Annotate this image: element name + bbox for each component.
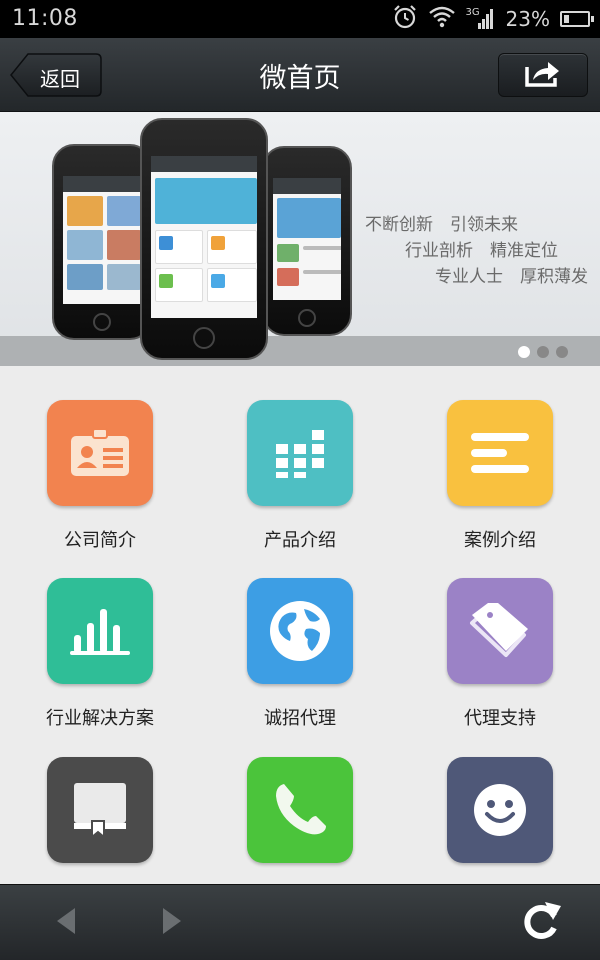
globe-icon [247,578,353,684]
carousel-indicator [518,346,568,358]
battery-icon [560,11,594,27]
bottom-toolbar [0,884,600,960]
bar-chart-icon [47,578,153,684]
phone-image-right [262,146,352,336]
phone-icon [247,757,353,863]
phone-image-center [140,118,268,360]
battery-fill [564,15,569,23]
slogan-line: 不断创新 引领未来 [365,215,518,235]
alarm-icon [392,4,418,34]
list-lines-icon [447,400,553,506]
id-card-icon [47,400,153,506]
refresh-icon [523,900,563,946]
share-button[interactable] [498,53,588,97]
phone-image-left [52,144,152,340]
banner-strip [0,336,600,366]
menu-item-book[interactable] [0,723,200,901]
back-arrow-icon [55,906,77,940]
slogan-line: 专业人士 厚积薄发 [435,267,588,287]
grid-blocks-icon [247,400,353,506]
banner-carousel[interactable]: 不断创新 引领未来 行业剖析 精准定位 专业人士 厚积薄发 [0,112,600,366]
share-icon [524,58,562,92]
banner-slogans: 不断创新 引领未来 行业剖析 精准定位 专业人士 厚积薄发 [365,212,588,290]
carousel-dot[interactable] [556,346,568,358]
menu-item-recruit-agents[interactable]: 诚招代理 [200,544,400,729]
status-time: 11:08 [12,6,78,31]
menu-item-industry-solutions[interactable]: 行业解决方案 [0,544,200,729]
menu-grid: 公司简介 产品介绍 案例介绍 行业解决方案 诚招代理 代理支持 [0,366,600,884]
forward-arrow-icon [161,906,183,940]
signal-icon: 3G [466,7,496,31]
menu-item-agent-support[interactable]: 代理支持 [400,544,600,729]
menu-item-company-profile[interactable]: 公司简介 [0,366,200,551]
browser-forward-button[interactable] [152,903,192,943]
battery-percent: 23% [505,7,550,31]
title-bar: 返回 微首页 [0,38,600,112]
menu-item-cases[interactable]: 案例介绍 [400,366,600,551]
carousel-dot[interactable] [518,346,530,358]
menu-item-phone[interactable] [200,723,400,901]
book-icon [47,757,153,863]
browser-back-button[interactable] [46,903,86,943]
slogan-line: 行业剖析 精准定位 [405,241,558,261]
wifi-icon [428,5,456,33]
status-bar: 11:08 3G 23% [0,0,600,38]
menu-item-smiley[interactable] [400,723,600,901]
menu-item-products[interactable]: 产品介绍 [200,366,400,551]
tags-icon [447,578,553,684]
refresh-button[interactable] [520,900,566,946]
smiley-icon [447,757,553,863]
carousel-dot[interactable] [537,346,549,358]
